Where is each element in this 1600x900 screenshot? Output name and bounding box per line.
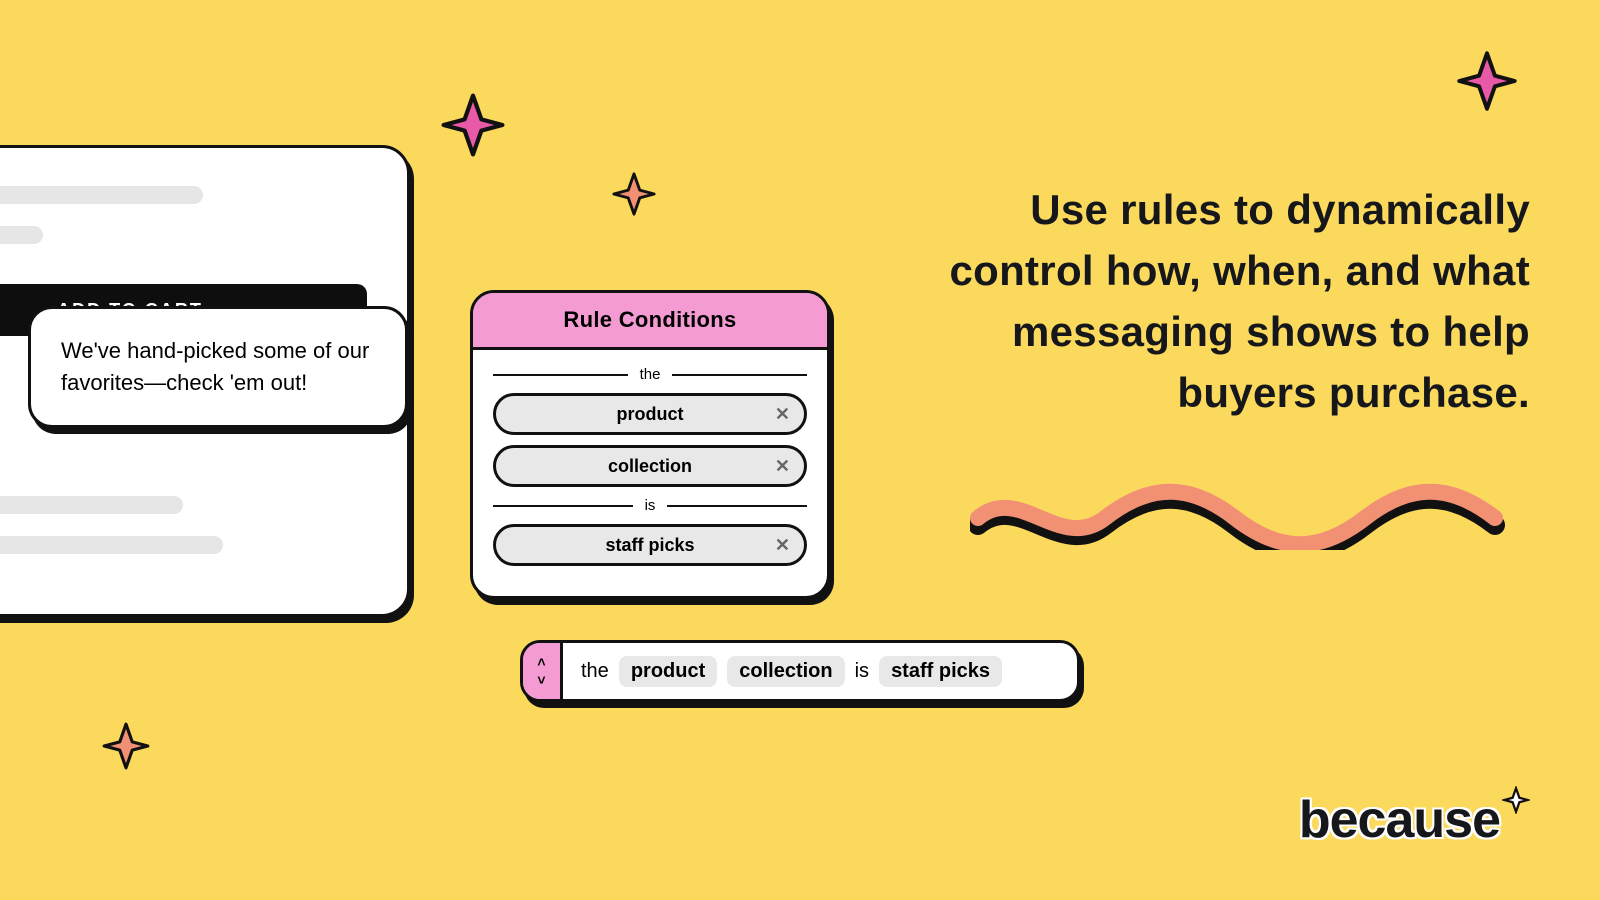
sparkle-icon — [1502, 786, 1530, 814]
rule-panel-title: Rule Conditions — [473, 293, 827, 350]
skeleton-line — [0, 186, 203, 204]
rule-option-staff-picks[interactable]: staff picks ✕ — [493, 524, 807, 566]
rule-conditions-panel: Rule Conditions the product ✕ collection… — [470, 290, 830, 599]
summary-tag-product: product — [619, 656, 717, 687]
sparkle-icon — [1454, 48, 1520, 114]
close-icon[interactable]: ✕ — [775, 535, 790, 556]
close-icon[interactable]: ✕ — [775, 456, 790, 477]
rule-option-product[interactable]: product ✕ — [493, 393, 807, 435]
headline-text: Use rules to dynamically control how, wh… — [910, 180, 1530, 424]
chevron-up-icon[interactable]: ˄ — [537, 655, 545, 669]
close-icon[interactable]: ✕ — [775, 404, 790, 425]
divider-the: the — [493, 366, 807, 383]
product-card: ADD TO CART We've hand-picked some of ou… — [0, 145, 410, 617]
summary-tag-staff-picks: staff picks — [879, 656, 1002, 687]
wave-decoration — [970, 480, 1530, 550]
summary-tag-collection: collection — [727, 656, 844, 687]
because-logo: because — [1299, 790, 1530, 850]
favorites-bubble: We've hand-picked some of our favorites—… — [28, 306, 408, 428]
skeleton-line — [0, 536, 223, 554]
skeleton-line — [0, 226, 43, 244]
stepper[interactable]: ˄ ˅ — [523, 643, 563, 699]
divider-is: is — [493, 497, 807, 514]
sparkle-icon — [610, 170, 658, 218]
summary-word: the — [581, 660, 609, 683]
sparkle-icon — [100, 720, 152, 772]
rule-summary-bar: ˄ ˅ the product collection is staff pick… — [520, 640, 1080, 702]
rule-option-collection[interactable]: collection ✕ — [493, 445, 807, 487]
chevron-down-icon[interactable]: ˅ — [537, 673, 545, 687]
skeleton-line — [0, 496, 183, 514]
summary-word: is — [855, 660, 869, 683]
sparkle-icon — [438, 90, 508, 160]
